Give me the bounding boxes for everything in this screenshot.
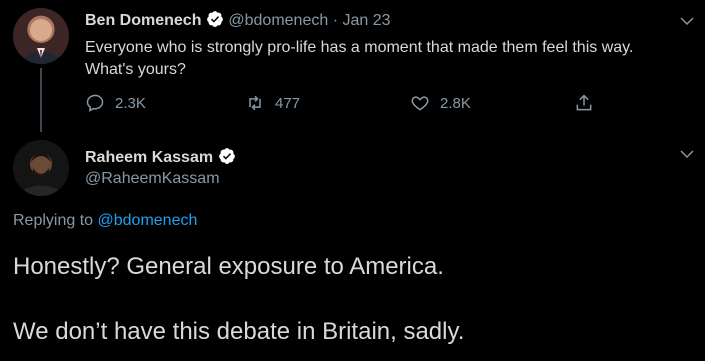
replying-prefix: Replying to [13, 212, 94, 229]
verified-badge-icon [218, 147, 236, 165]
chevron-down-icon[interactable] [678, 145, 696, 163]
retweet-button[interactable]: 477 [245, 93, 300, 113]
thread-connector [40, 68, 42, 132]
tweet2-text-line2: We don’t have this debate in Britain, sa… [13, 318, 465, 345]
replying-to: Replying to @bdomenech [13, 212, 197, 230]
chevron-down-icon[interactable] [678, 12, 696, 30]
author-handle[interactable]: @bdomenech [228, 12, 328, 29]
like-button[interactable]: 2.8K [410, 93, 471, 113]
tweet-date[interactable]: Jan 23 [342, 12, 390, 29]
author-handle[interactable]: @RaheemKassam [85, 170, 220, 188]
avatar-raheem-kassam[interactable] [13, 140, 69, 196]
like-icon [411, 96, 429, 111]
author-name[interactable]: Raheem Kassam [85, 149, 213, 166]
tweet1-header: Ben Domenech @bdomenech · Jan 23 [85, 10, 391, 30]
author-name[interactable]: Ben Domenech [85, 12, 201, 29]
retweet-count: 477 [275, 94, 301, 112]
share-button[interactable] [574, 93, 594, 113]
tweet2-author: Raheem Kassam [85, 147, 236, 167]
reply-icon [86, 94, 104, 112]
avatar-ben-domenech[interactable] [13, 8, 69, 64]
reply-count: 2.3K [115, 94, 146, 112]
replying-handle-link[interactable]: @bdomenech [98, 212, 198, 229]
tweet1-text: Everyone who is strongly pro-life has a … [85, 39, 634, 78]
tweet2-text-line1: Honestly? General exposure to America. [13, 253, 444, 280]
verified-badge-icon [206, 10, 224, 28]
retweet-icon [249, 95, 261, 111]
share-icon [576, 94, 592, 111]
reply-button[interactable]: 2.3K [85, 93, 146, 113]
separator-dot: · [332, 12, 339, 29]
like-count: 2.8K [440, 94, 471, 112]
